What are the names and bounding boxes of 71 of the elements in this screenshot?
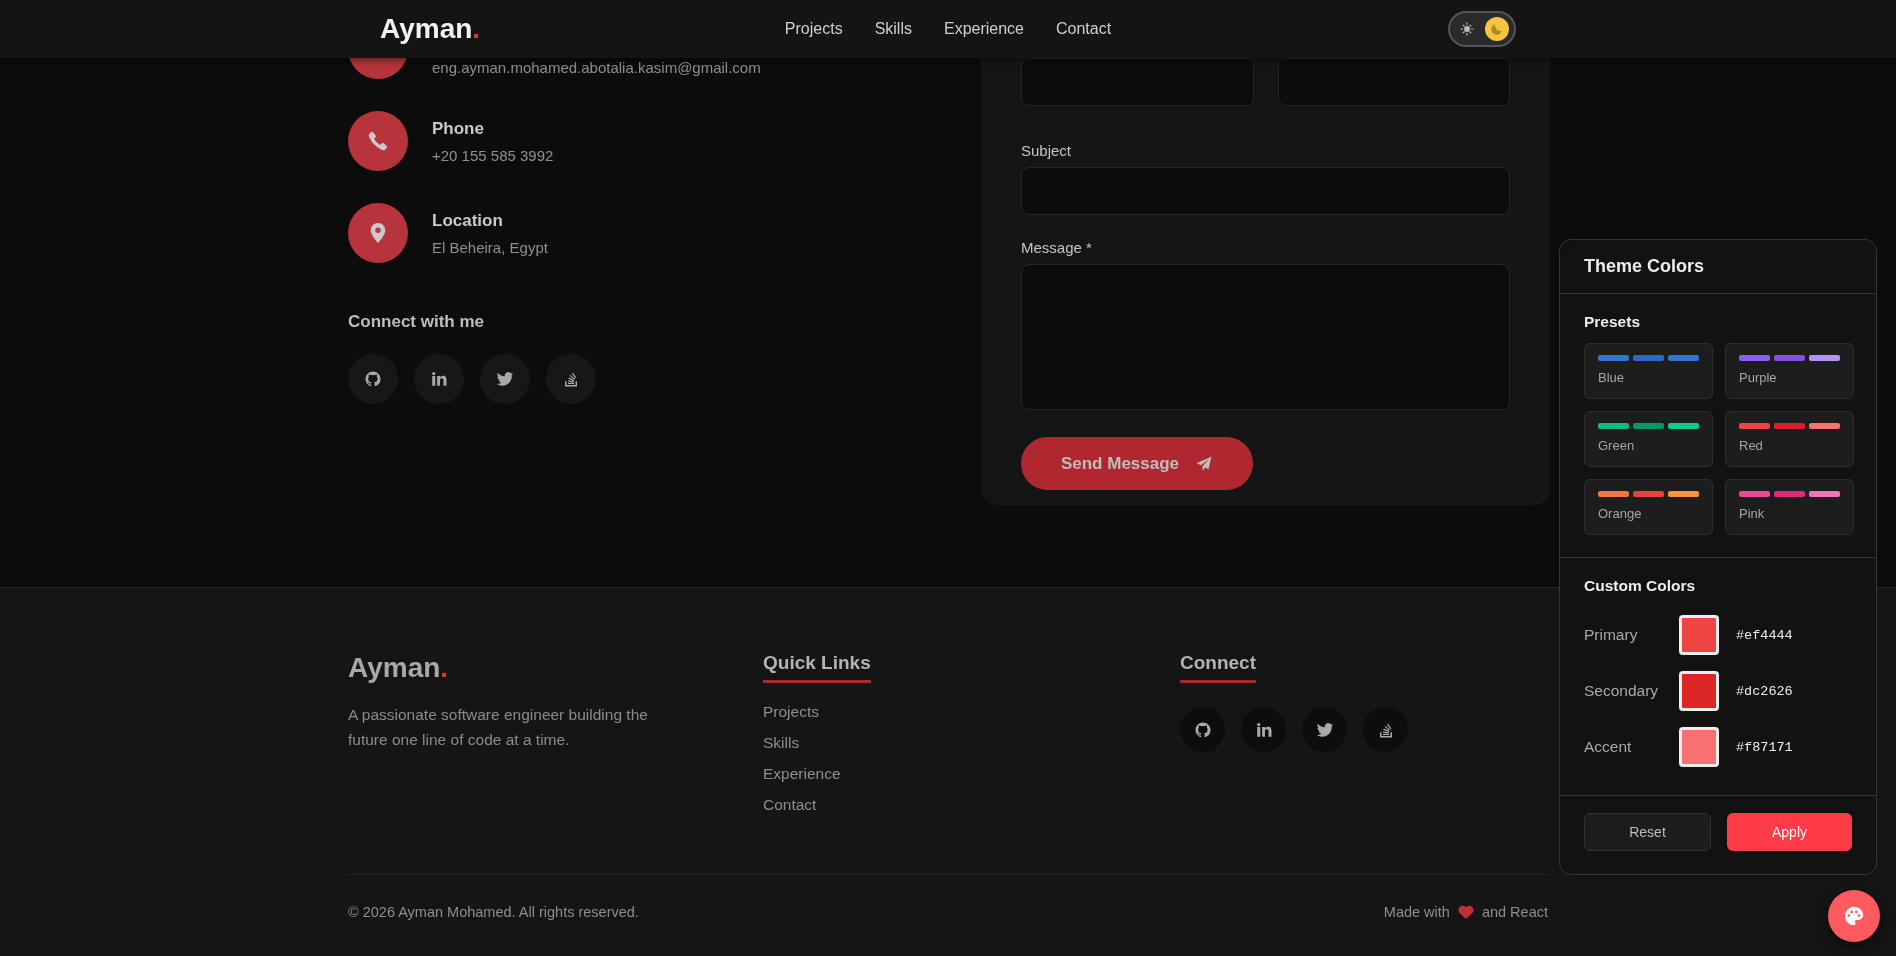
contact-label: Phone: [432, 118, 485, 139]
made-with-text: Made with: [1383, 904, 1450, 920]
theme-toggle[interactable]: [1448, 11, 1516, 47]
sun-icon: [1460, 22, 1474, 36]
panel-title: Theme Colors: [1584, 255, 1706, 278]
moon-icon: [1490, 22, 1504, 36]
preset-card[interactable]: Purple: [1725, 343, 1854, 399]
made-with-text: and React: [1481, 904, 1548, 920]
social-link[interactable]: [1180, 707, 1225, 752]
nav-link[interactable]: Experience: [943, 20, 1024, 38]
nav-link[interactable]: Skills: [874, 20, 912, 38]
color-swatch[interactable]: [1679, 727, 1719, 767]
social-link[interactable]: [1363, 707, 1408, 752]
color-label: Accent: [1584, 738, 1633, 756]
send-button[interactable]: Send Message: [1021, 437, 1253, 490]
hex-value: #ef4444: [1736, 627, 1793, 643]
section-heading: Presets: [1584, 313, 1641, 331]
social-link[interactable]: [1241, 707, 1286, 752]
tagline: A passionate software engineer building the future one line of code at a time.: [348, 705, 649, 750]
nav-link[interactable]: Contact: [1056, 20, 1112, 38]
section-heading: Connect with me: [348, 312, 485, 332]
social-link[interactable]: [414, 354, 464, 404]
cat-icon: [364, 370, 382, 388]
contact-value: El Beheira, Egypt: [432, 238, 548, 256]
apply-button[interactable]: Apply: [1727, 813, 1852, 851]
input-field[interactable]: [1021, 167, 1510, 215]
footer-logo: Ayman.: [348, 652, 450, 684]
reset-button[interactable]: Reset: [1584, 813, 1711, 851]
color-swatch[interactable]: [1679, 615, 1719, 655]
nav-link[interactable]: Projects: [784, 20, 843, 38]
preset-card[interactable]: Red: [1725, 411, 1854, 467]
color-label: Secondary: [1584, 682, 1660, 700]
heart-icon: [1457, 905, 1474, 919]
hex-value: #dc2626: [1736, 683, 1793, 699]
hex-value: #f87171: [1736, 739, 1793, 755]
footer-heading: Connect: [1180, 652, 1256, 683]
color-label: Primary: [1584, 626, 1639, 644]
cat-icon: [1193, 720, 1212, 739]
contact-label: Location: [432, 210, 504, 231]
footer-link[interactable]: Projects: [763, 703, 1180, 721]
phone-icon: [367, 130, 389, 152]
footer-heading: Quick Links: [763, 652, 871, 683]
palette-icon: [1843, 905, 1865, 927]
in-letters-icon: [430, 370, 448, 388]
color-swatch[interactable]: [1679, 671, 1719, 711]
in-letters-icon: [1254, 720, 1273, 739]
social-link[interactable]: [480, 354, 530, 404]
contact-value: eng.ayman.mohamed.abotalia.kasim@gmail.com: [432, 58, 761, 76]
bird-icon: [496, 370, 514, 388]
bird-icon: [1315, 720, 1334, 739]
footer-link[interactable]: Skills: [763, 734, 1180, 752]
input-field[interactable]: [1021, 58, 1254, 106]
social-link[interactable]: [546, 354, 596, 404]
field-label: Subject: [1021, 142, 1073, 159]
input-field[interactable]: [1277, 58, 1510, 106]
map-pin-icon: [368, 222, 388, 244]
footer-link[interactable]: Experience: [763, 765, 1180, 783]
preset-card[interactable]: Green: [1584, 411, 1713, 467]
social-link[interactable]: [348, 354, 398, 404]
section-heading: Custom Colors: [1584, 577, 1697, 595]
social-link[interactable]: [1302, 707, 1347, 752]
message-field[interactable]: [1021, 264, 1510, 410]
site-logo[interactable]: Ayman.: [380, 13, 481, 45]
field-label: Message *: [1021, 239, 1093, 256]
copyright-text: © 2026 Ayman Mohamed. All rights reserved.: [348, 904, 639, 920]
preset-card[interactable]: Blue: [1584, 343, 1713, 399]
preset-card[interactable]: Pink: [1725, 479, 1854, 535]
stack-icon: [562, 370, 580, 388]
footer-link[interactable]: Contact: [763, 796, 1180, 814]
preset-card[interactable]: Orange: [1584, 479, 1713, 535]
contact-value: +20 155 585 3992: [432, 146, 554, 164]
